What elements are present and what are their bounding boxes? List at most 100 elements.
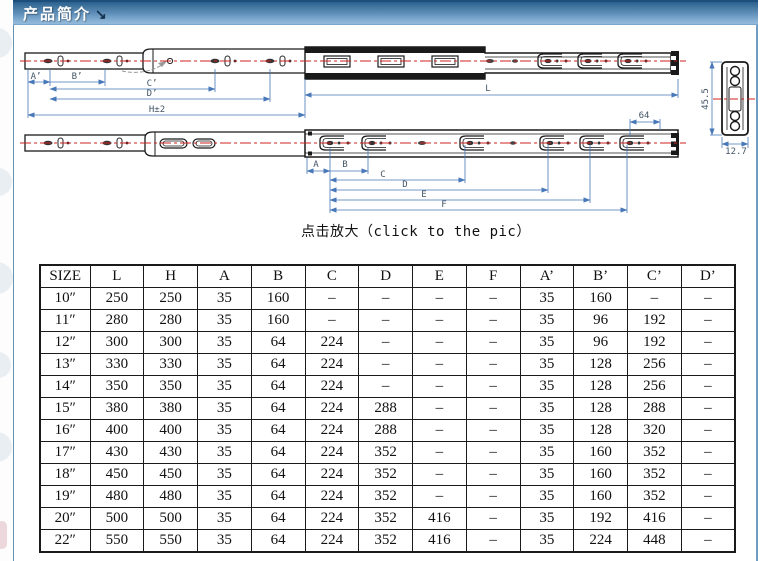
table-cell: 416: [413, 530, 467, 553]
watermark: [0, 521, 7, 549]
table-cell: 352: [359, 486, 413, 508]
table-cell: –: [466, 508, 520, 530]
table-cell: 256: [628, 354, 682, 376]
dim-label-c: C: [380, 170, 385, 180]
table-cell: 35: [520, 420, 574, 442]
dim-label-45-5: 45.5: [701, 88, 711, 110]
dim-label-h: H±2: [149, 105, 165, 115]
table-cell: 450: [144, 464, 198, 486]
dim-label-b: B: [342, 160, 347, 170]
table-row: 16″4004003564224288––35128320–: [40, 420, 735, 442]
table-cell: 35: [520, 486, 574, 508]
table-cell: 35: [198, 354, 252, 376]
table-cell: 64: [251, 354, 305, 376]
table-cell: 35: [198, 442, 252, 464]
dim-label-c-prime: C’: [147, 79, 158, 89]
table-cell: –: [466, 376, 520, 398]
table-cell: 35: [520, 310, 574, 332]
table-row: 17″4304303564224352––35160352–: [40, 442, 735, 464]
dim-label-b-prime: B’: [72, 72, 83, 82]
table-cell: –: [628, 288, 682, 310]
table-cell: 192: [628, 310, 682, 332]
table-cell: –: [466, 398, 520, 420]
table-cell: 224: [305, 508, 359, 530]
table-cell: 160: [251, 288, 305, 310]
table-cell: 160: [574, 486, 628, 508]
table-cell: –: [359, 288, 413, 310]
table-cell: 35: [198, 530, 252, 553]
table-cell: 224: [305, 398, 359, 420]
table-cell: –: [359, 310, 413, 332]
table-cell: –: [681, 354, 735, 376]
dim-label-f: F: [441, 200, 446, 210]
table-cell: 256: [628, 376, 682, 398]
dim-label-a: A: [313, 160, 319, 170]
column-header: SIZE: [40, 265, 90, 288]
table-cell: 22″: [40, 530, 90, 553]
table-cell: 160: [574, 442, 628, 464]
table-cell: –: [681, 332, 735, 354]
column-header: B: [251, 265, 305, 288]
table-cell: 380: [90, 398, 144, 420]
table-cell: 500: [144, 508, 198, 530]
table-cell: –: [681, 420, 735, 442]
table-cell: –: [305, 288, 359, 310]
table-cell: –: [681, 530, 735, 553]
table-cell: 35: [520, 288, 574, 310]
table-cell: –: [413, 376, 467, 398]
table-row: 15″3803803564224288––35128288–: [40, 398, 735, 420]
table-row: 12″3003003564224–––3596192–: [40, 332, 735, 354]
table-cell: –: [681, 464, 735, 486]
table-cell: –: [681, 398, 735, 420]
click-to-enlarge-link[interactable]: 点击放大（click to the pic）: [301, 221, 531, 241]
watermark: [0, 262, 13, 294]
table-cell: 35: [198, 508, 252, 530]
table-cell: 192: [574, 508, 628, 530]
dim-label-e: E: [421, 190, 426, 200]
table-cell: –: [305, 310, 359, 332]
dim-label-64: 64: [639, 111, 650, 121]
table-cell: 19″: [40, 486, 90, 508]
dim-label-l: L: [485, 84, 490, 94]
table-cell: 35: [520, 508, 574, 530]
dim-label-a-prime: A’: [31, 72, 42, 82]
table-cell: 128: [574, 376, 628, 398]
table-cell: 300: [144, 332, 198, 354]
table-cell: –: [413, 398, 467, 420]
table-cell: 352: [359, 464, 413, 486]
table-cell: 35: [198, 288, 252, 310]
table-cell: 224: [574, 530, 628, 553]
table-cell: 224: [305, 354, 359, 376]
table-cell: 350: [90, 376, 144, 398]
table-cell: 224: [305, 420, 359, 442]
table-cell: 35: [198, 332, 252, 354]
table-cell: 224: [305, 332, 359, 354]
table-cell: –: [681, 288, 735, 310]
table-cell: 224: [305, 486, 359, 508]
table-cell: –: [681, 310, 735, 332]
table-cell: 14″: [40, 376, 90, 398]
table-cell: –: [681, 376, 735, 398]
table-cell: 128: [574, 354, 628, 376]
dim-label-d-prime: D’: [147, 89, 158, 99]
table-cell: 224: [305, 376, 359, 398]
slide-rail-technical-drawing[interactable]: A’ B’ C’ D’ H±2 L: [0, 0, 762, 240]
table-cell: 430: [144, 442, 198, 464]
cross-section: 45.5 12.7: [701, 62, 757, 157]
table-cell: –: [466, 332, 520, 354]
table-cell: 64: [251, 376, 305, 398]
table-row: 20″5005003564224352416–35192416–: [40, 508, 735, 530]
table-cell: 288: [359, 420, 413, 442]
table-cell: –: [413, 310, 467, 332]
table-cell: –: [466, 420, 520, 442]
table-cell: –: [466, 464, 520, 486]
table-cell: 250: [90, 288, 144, 310]
page: 产品简介 ↘: [0, 0, 762, 561]
table-cell: 250: [144, 288, 198, 310]
table-cell: 480: [144, 486, 198, 508]
table-cell: 35: [198, 464, 252, 486]
table-cell: –: [413, 420, 467, 442]
table-cell: 13″: [40, 354, 90, 376]
column-header: C: [305, 265, 359, 288]
table-row: 19″4804803564224352––35160352–: [40, 486, 735, 508]
